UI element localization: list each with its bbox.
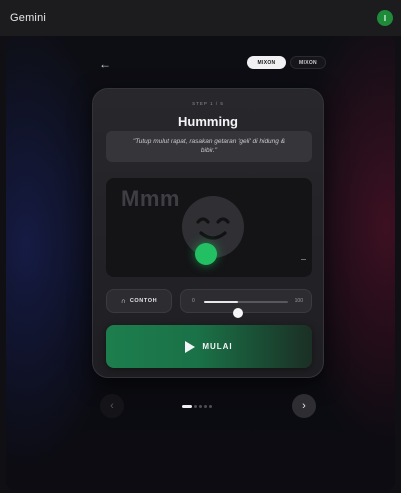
back-button[interactable]: ←	[97, 56, 113, 72]
exercise-card: STEP 1 / 5 Humming "Tutup mulut rapat, r…	[92, 88, 324, 378]
visual-panel: Mmm	[106, 178, 312, 277]
mode-pill-active[interactable]: MIXON	[247, 56, 286, 69]
avatar[interactable]: I	[377, 10, 393, 26]
page-dot-active[interactable]	[182, 405, 192, 408]
pager: ‹ ›	[100, 394, 316, 418]
example-button-label: CONTOH	[129, 298, 158, 304]
start-button-label: MULAI	[202, 342, 233, 351]
page-dot[interactable]	[209, 405, 212, 408]
chevron-left-icon: ‹	[110, 400, 114, 412]
volume-thumb[interactable]	[232, 308, 243, 318]
start-button[interactable]: MULAI	[106, 325, 312, 368]
page-dots	[182, 405, 212, 408]
mode-toggle: MIXON MIXON	[247, 56, 326, 69]
mode-pill-inactive[interactable]: MIXON	[290, 56, 326, 69]
card-title: Humming	[178, 114, 238, 129]
arrow-left-icon: ←	[99, 57, 111, 71]
chevron-right-icon: ›	[302, 400, 306, 412]
volume-control: 0 100	[180, 289, 312, 318]
visual-caption: Mmm	[121, 186, 180, 211]
page-dot[interactable]	[194, 405, 197, 408]
headphones-icon: ∩	[120, 297, 126, 305]
instruction-box: "Tutup mulut rapat, rasakan getaran 'gel…	[106, 131, 312, 162]
stage: ← MIXON MIXON STEP 1 / 5 Humming "Tutup …	[6, 36, 395, 490]
prev-button[interactable]: ‹	[100, 394, 124, 418]
app-title: Gemini	[10, 12, 47, 24]
app-bar: Gemini I	[0, 0, 401, 36]
page-dot[interactable]	[199, 405, 202, 408]
instruction-text: "Tutup mulut rapat, rasakan getaran 'gel…	[132, 137, 286, 154]
play-icon	[185, 340, 196, 353]
vibration-indicator	[195, 243, 217, 265]
panel-dash	[301, 259, 306, 260]
volume-min-label: 0	[192, 298, 195, 304]
step-label: STEP 1 / 5	[192, 101, 224, 106]
volume-fill	[204, 301, 238, 303]
page-dot[interactable]	[204, 405, 207, 408]
volume-max-label: 100	[294, 298, 303, 304]
next-button[interactable]: ›	[292, 394, 316, 418]
example-button[interactable]: ∩ CONTOH	[106, 289, 172, 313]
volume-slider[interactable]	[204, 301, 288, 318]
